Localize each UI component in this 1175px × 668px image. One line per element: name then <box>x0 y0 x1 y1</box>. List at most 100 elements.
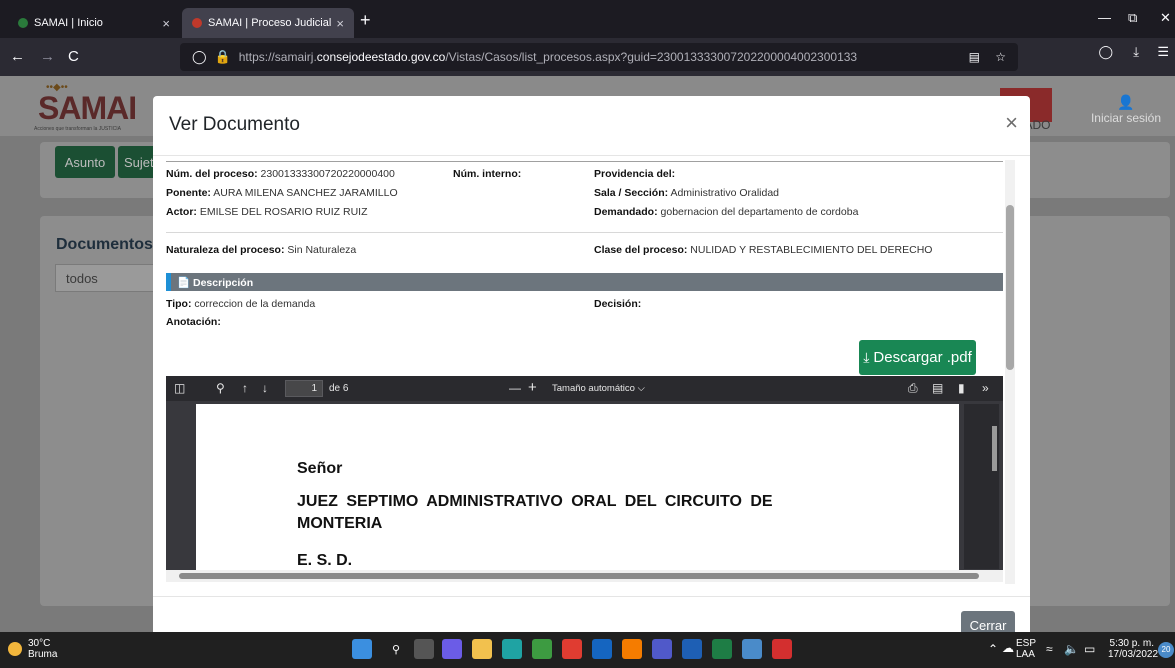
save-icon[interactable]: ▤ <box>932 381 943 395</box>
bookmark-icon[interactable]: ▮ <box>958 381 965 395</box>
new-tab-button[interactable]: + <box>360 10 371 31</box>
tab-samai-inicio[interactable]: SAMAI | Inicio × <box>8 8 180 38</box>
search-icon[interactable]: ⚲ <box>216 381 225 395</box>
temperature: 30°C <box>28 638 51 649</box>
sidebar-toggle-icon[interactable]: ◫ <box>174 381 185 395</box>
asunto-button[interactable]: Asunto <box>55 146 115 178</box>
reload-button[interactable]: C <box>68 48 79 65</box>
acrobat-icon[interactable] <box>772 639 792 659</box>
notification-badge[interactable]: 20 <box>1158 642 1174 658</box>
next-page-icon[interactable]: ↓ <box>262 381 268 395</box>
wifi-icon[interactable]: ≈ <box>1046 643 1053 655</box>
download-label: Descargar .pdf <box>873 349 972 366</box>
forward-button[interactable]: → <box>40 48 55 65</box>
teams-chat-icon[interactable] <box>442 639 462 659</box>
file-explorer-icon[interactable] <box>472 639 492 659</box>
pocket-icon[interactable]: ◯ <box>1098 44 1113 60</box>
anotacion-field: Anotación: <box>166 316 221 328</box>
login-link[interactable]: 👤 Iniciar sesión <box>1091 94 1161 125</box>
tab-proceso-judicial[interactable]: SAMAI | Proceso Judicial × <box>182 8 354 38</box>
url-bar[interactable]: ◯ 🔒 https://samairj. consejodeestado.gov.… <box>180 43 1018 71</box>
field-value: Administrativo Oralidad <box>670 187 780 199</box>
samai-favicon-icon <box>18 18 28 28</box>
pdf-scrollbar[interactable] <box>964 404 999 569</box>
weather-widget[interactable]: 30°C Bruma <box>8 638 57 660</box>
browser-icon[interactable] <box>742 639 762 659</box>
clase-field: Clase del proceso: NULIDAD Y RESTABLECIM… <box>594 244 932 256</box>
pdf-line: JUEZ SEPTIMO ADMINISTRATIVO ORAL DEL CIR… <box>297 493 773 510</box>
download-icon[interactable]: ⤓ <box>1133 44 1139 60</box>
zoom-select[interactable]: Tamaño automático ⌵ <box>546 380 666 397</box>
field-value: NULIDAD Y RESTABLECIMIENTO DEL DERECHO <box>690 244 933 256</box>
word-icon[interactable] <box>682 639 702 659</box>
shield-icon[interactable]: ◯ <box>192 49 207 65</box>
mail-icon[interactable] <box>592 639 612 659</box>
restore-button[interactable]: ⧉ <box>1128 10 1137 26</box>
ver-documento-modal: Ver Documento × Núm. del proceso: 230013… <box>153 96 1030 636</box>
office-icon[interactable] <box>562 639 582 659</box>
zoom-out-button[interactable]: — <box>509 381 521 395</box>
search-icon[interactable]: ⚲ <box>386 639 406 659</box>
field-label: Naturaleza del proceso: <box>166 244 285 256</box>
date: 17/03/2022 <box>1108 649 1159 660</box>
close-icon[interactable]: × <box>1005 110 1018 136</box>
actor-field: Actor: EMILSE DEL ROSARIO RUIZ RUIZ <box>166 206 367 218</box>
chevron-down-icon: ⌵ <box>637 383 645 394</box>
volume-icon[interactable]: 🔈 <box>1064 643 1079 655</box>
sujeto-button[interactable]: Sujet <box>118 146 158 178</box>
more-tools-button[interactable]: » <box>982 381 989 395</box>
sala-field: Sala / Sección: Administrativo Oralidad <box>594 187 779 199</box>
num-proceso-field: Núm. del proceso: 2300133330072022000040… <box>166 168 395 180</box>
scrollbar-thumb[interactable] <box>992 426 997 471</box>
bookmark-star-icon[interactable]: ☆ <box>995 50 1006 64</box>
modal-body: Núm. del proceso: 2300133330072022000040… <box>153 156 1030 596</box>
tab-close-icon[interactable]: × <box>162 16 170 31</box>
excel-icon[interactable] <box>712 639 732 659</box>
back-button[interactable]: ← <box>10 48 25 65</box>
modal-footer: Cerrar <box>153 596 1030 636</box>
field-label: Núm. interno: <box>453 168 522 180</box>
document-filter-select[interactable]: todos <box>55 264 165 292</box>
pdf-line: E. S. D. <box>297 552 353 569</box>
print-icon[interactable]: ⎙ <box>908 381 918 396</box>
scrollbar-thumb[interactable] <box>179 573 979 579</box>
clock[interactable]: 5:30 p. m. 17/03/2022 <box>1108 638 1159 660</box>
reader-icon[interactable]: ▤ <box>969 50 980 64</box>
previous-page-icon[interactable]: ↑ <box>242 381 248 395</box>
lock-icon[interactable]: 🔒 <box>215 49 231 65</box>
field-value: correccion de la demanda <box>194 298 316 310</box>
chrome-icon[interactable] <box>532 639 552 659</box>
close-window-button[interactable]: ✕ <box>1160 10 1171 26</box>
firefox-icon[interactable] <box>622 639 642 659</box>
time: 5:30 p. m. <box>1109 638 1154 649</box>
field-label: Tipo: <box>166 298 192 310</box>
download-pdf-button[interactable]: ⤓ Descargar .pdf <box>859 340 976 375</box>
page-total: de 6 <box>329 383 349 394</box>
language-code: ESP <box>1016 638 1037 649</box>
tab-close-icon[interactable]: × <box>336 16 344 31</box>
pdf-horizontal-scrollbar[interactable] <box>166 570 1003 582</box>
chevron-up-icon[interactable]: ⌃ <box>988 643 998 655</box>
download-icon: ⤓ <box>863 349 870 365</box>
battery-icon[interactable]: ▭ <box>1084 643 1095 655</box>
samai-logo[interactable]: ••◆•• SAMAI Acciones que transforman la … <box>28 82 138 132</box>
onedrive-icon[interactable]: ☁ <box>1002 642 1014 654</box>
language-indicator[interactable]: ESP LAA <box>1016 638 1036 660</box>
modal-scrollbar[interactable] <box>1005 160 1015 584</box>
pdf-viewer: ◫ ⚲ ↑ ↓ 1 de 6 — + Tamaño automático ⌵ ⎙… <box>166 376 1003 582</box>
descripcion-section-header: 📄 Descripción <box>166 273 1003 291</box>
windows-start-icon[interactable] <box>352 639 372 659</box>
field-label: Núm. del proceso: <box>166 168 258 180</box>
teams-icon[interactable] <box>652 639 672 659</box>
browser-tab-bar: SAMAI | Inicio × SAMAI | Proceso Judicia… <box>0 0 1175 38</box>
field-label: Demandado: <box>594 206 658 218</box>
page-number-input[interactable]: 1 <box>285 380 323 397</box>
minimize-button[interactable]: — <box>1098 10 1111 25</box>
menu-icon[interactable]: ☰ <box>1157 44 1169 60</box>
task-view-icon[interactable] <box>414 639 434 659</box>
field-label: Clase del proceso: <box>594 244 688 256</box>
field-label: Sala / Sección: <box>594 187 669 199</box>
zoom-in-button[interactable]: + <box>528 379 537 396</box>
edge-icon[interactable] <box>502 639 522 659</box>
scrollbar-thumb[interactable] <box>1006 205 1014 370</box>
